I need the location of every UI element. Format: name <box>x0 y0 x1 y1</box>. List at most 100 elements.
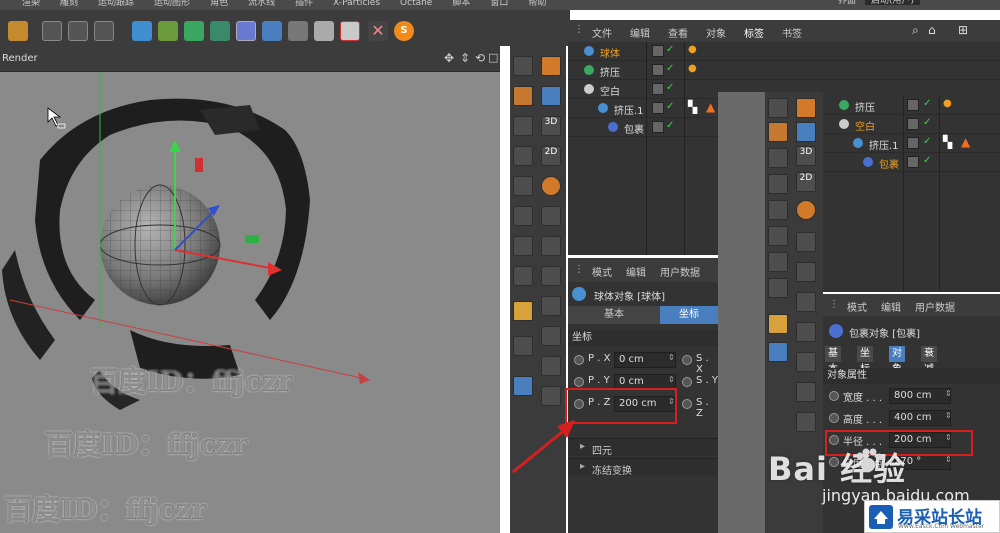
visibility-icon[interactable] <box>652 121 664 133</box>
new-view-icon[interactable]: ⊞ <box>958 23 968 37</box>
menu-0[interactable]: 文件 <box>592 25 612 40</box>
enabled-check-icon[interactable]: ✓ <box>923 117 931 128</box>
menu-item[interactable]: 帮助 <box>528 0 546 8</box>
tool-3d-icon[interactable]: 3D <box>796 146 816 166</box>
keyframe-radio[interactable] <box>574 377 584 387</box>
stepper-icon[interactable]: ⇕ <box>668 353 675 362</box>
tool-icon[interactable] <box>541 236 561 256</box>
object-row[interactable]: 挤压 ✓ ● <box>823 96 1000 115</box>
object-row[interactable]: 包裹 ✓ <box>823 153 1000 172</box>
cube-icon[interactable] <box>132 21 152 41</box>
tool-icon[interactable] <box>796 292 816 312</box>
enabled-check-icon[interactable]: ✓ <box>666 63 674 74</box>
menu-item[interactable]: 雕刻 <box>60 0 78 8</box>
tool-icon[interactable] <box>796 98 816 118</box>
tag-icon[interactable]: ● <box>688 44 697 55</box>
maximize-view-icon[interactable]: □ <box>488 51 498 64</box>
tool-icon[interactable] <box>796 412 816 432</box>
menu-item[interactable]: 角色 <box>210 0 228 8</box>
object-row[interactable]: 挤压.1 ✓ ▚ ▲ <box>823 134 1000 153</box>
tool-icon[interactable] <box>513 116 533 136</box>
tool-icon[interactable] <box>796 262 816 282</box>
enabled-check-icon[interactable]: ✓ <box>666 101 674 112</box>
light-icon[interactable] <box>314 21 334 41</box>
field-value[interactable]: 800 cm <box>889 388 951 404</box>
tool-icon[interactable] <box>541 296 561 316</box>
menu-0[interactable]: 模式 <box>847 299 867 314</box>
tool-icon[interactable] <box>796 232 816 252</box>
tool-2d-icon[interactable]: 2D <box>541 146 561 166</box>
enabled-check-icon[interactable]: ✓ <box>923 155 931 166</box>
effector-icon[interactable]: ✕ <box>368 21 388 41</box>
tool-icon[interactable] <box>541 266 561 286</box>
render-view-icon[interactable] <box>42 21 62 41</box>
visibility-icon[interactable] <box>907 156 919 168</box>
stepper-icon[interactable]: ⇕ <box>945 455 952 464</box>
render-picture-viewer-icon[interactable] <box>68 21 88 41</box>
plugin-s-icon[interactable]: S <box>394 21 414 41</box>
keyframe-radio[interactable] <box>829 391 839 401</box>
visibility-icon[interactable] <box>652 102 664 114</box>
stepper-icon[interactable]: ⇕ <box>945 411 952 420</box>
menu-item[interactable]: 脚本 <box>452 0 470 8</box>
group-quaternion[interactable]: ▸ 四元 <box>568 438 718 457</box>
visibility-icon[interactable] <box>652 64 664 76</box>
floor-icon[interactable] <box>262 21 282 41</box>
tool-icon[interactable] <box>513 376 533 396</box>
tool-icon[interactable] <box>768 252 788 272</box>
tag-icon[interactable]: ● <box>943 98 952 109</box>
tool-icon[interactable] <box>541 326 561 346</box>
enabled-check-icon[interactable]: ✓ <box>923 136 931 147</box>
tool-3d-icon[interactable]: 3D <box>541 116 561 136</box>
tool-icon[interactable] <box>768 148 788 168</box>
pen-icon[interactable] <box>158 21 178 41</box>
tool-icon[interactable] <box>768 342 788 362</box>
3d-viewport[interactable] <box>0 72 500 533</box>
tool-icon[interactable] <box>768 200 788 220</box>
object-row[interactable]: 空白 ✓ <box>823 115 1000 134</box>
cloner-icon[interactable] <box>210 21 230 41</box>
menu-1[interactable]: 编辑 <box>630 25 650 40</box>
keyframe-radio[interactable] <box>682 355 692 365</box>
checker-tag-icon[interactable]: ▚ <box>943 135 952 149</box>
menu-2[interactable]: 用户数据 <box>915 299 955 314</box>
tool-icon[interactable] <box>796 322 816 342</box>
menu-item[interactable]: X-Particles <box>333 0 380 8</box>
tool-icon[interactable] <box>768 278 788 298</box>
tool-icon[interactable] <box>796 200 816 220</box>
keyframe-radio[interactable] <box>682 377 692 387</box>
material-tag-icon[interactable]: ▲ <box>706 100 715 114</box>
render-settings-icon[interactable] <box>94 21 114 41</box>
keyframe-radio[interactable] <box>574 355 584 365</box>
keyframe-radio[interactable] <box>682 399 692 409</box>
tool-icon[interactable] <box>541 86 561 106</box>
object-row[interactable]: 挤压 ✓ ● <box>568 61 1000 80</box>
object-row[interactable]: 球体 ✓ ● <box>568 42 1000 61</box>
tool-icon[interactable] <box>768 174 788 194</box>
visibility-icon[interactable] <box>907 99 919 111</box>
scroll-view-icon[interactable]: ⇕ <box>460 51 470 65</box>
material-tag-icon[interactable]: ▲ <box>961 135 970 149</box>
tool-icon[interactable] <box>513 56 533 76</box>
tool-icon[interactable] <box>513 206 533 226</box>
tab-basic[interactable]: 基本 <box>568 306 660 324</box>
menu-item[interactable]: 运动跟踪 <box>98 0 134 8</box>
overlay-tab[interactable]: 坐标 <box>857 346 873 375</box>
search-icon[interactable]: ⌕ <box>912 23 919 38</box>
tag-icon[interactable]: ● <box>688 63 697 74</box>
tool-icon[interactable] <box>796 382 816 402</box>
menu-item[interactable]: 运动图形 <box>154 0 190 8</box>
tool-icon[interactable] <box>541 206 561 226</box>
visibility-icon[interactable] <box>652 45 664 57</box>
deformer-icon[interactable] <box>236 21 256 41</box>
visibility-icon[interactable] <box>652 83 664 95</box>
menu-2[interactable]: 用户数据 <box>660 264 700 279</box>
subdivision-icon[interactable] <box>184 21 204 41</box>
enabled-check-icon[interactable]: ✓ <box>666 82 674 93</box>
menu-item[interactable]: 窗口 <box>490 0 508 8</box>
enabled-check-icon[interactable]: ✓ <box>923 98 931 109</box>
tool-icon[interactable] <box>541 56 561 76</box>
overlay-tab[interactable]: 对象 <box>889 346 905 375</box>
tool-icon[interactable] <box>513 301 533 321</box>
tool-icon[interactable] <box>768 98 788 118</box>
